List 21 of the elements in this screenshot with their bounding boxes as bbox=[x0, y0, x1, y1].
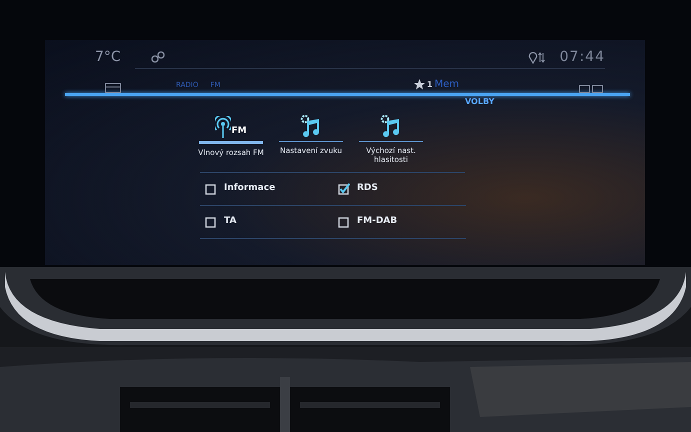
split-view-icon[interactable] bbox=[579, 85, 603, 93]
checkbox[interactable] bbox=[205, 182, 217, 195]
location-icon bbox=[528, 50, 546, 64]
checkbox[interactable] bbox=[338, 216, 350, 228]
temperature: 7°C bbox=[95, 48, 121, 66]
music-gear-icon bbox=[380, 114, 402, 138]
option-label: RDS bbox=[357, 182, 378, 195]
band-icon-label: FM bbox=[231, 126, 247, 137]
memory-label: Mem bbox=[434, 78, 459, 92]
antenna-icon bbox=[215, 116, 232, 138]
checkbox[interactable] bbox=[205, 216, 217, 228]
clock: 07:44 bbox=[560, 48, 605, 66]
option-label: TA bbox=[224, 215, 236, 228]
music-gear-icon bbox=[300, 114, 322, 138]
option-label: Informace bbox=[224, 182, 276, 195]
option-label: FM-DAB bbox=[357, 215, 398, 228]
memory-number: 1 bbox=[426, 78, 432, 90]
radio-icon[interactable] bbox=[105, 83, 121, 93]
star-icon[interactable] bbox=[414, 79, 425, 90]
options-tab[interactable]: VOLBY bbox=[465, 97, 494, 106]
checkbox[interactable] bbox=[338, 182, 350, 195]
